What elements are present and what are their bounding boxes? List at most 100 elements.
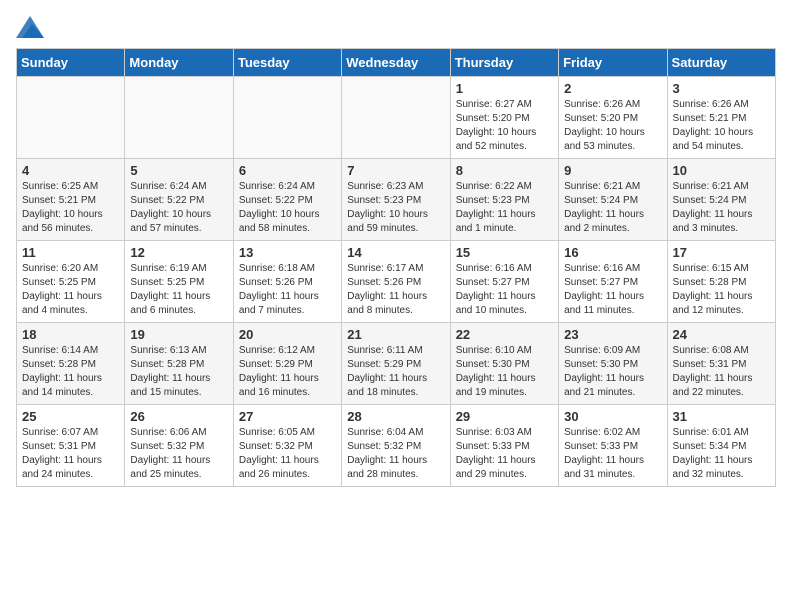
day-info: Sunrise: 6:12 AMSunset: 5:29 PMDaylight:… bbox=[239, 345, 319, 398]
day-info: Sunrise: 6:01 AMSunset: 5:34 PMDaylight:… bbox=[673, 427, 753, 480]
day-number: 1 bbox=[456, 81, 553, 96]
day-info: Sunrise: 6:02 AMSunset: 5:33 PMDaylight:… bbox=[564, 427, 644, 480]
day-info: Sunrise: 6:27 AMSunset: 5:20 PMDaylight:… bbox=[456, 99, 537, 152]
calendar-week-2: 4 Sunrise: 6:25 AMSunset: 5:21 PMDaylight… bbox=[17, 159, 776, 241]
calendar-day-cell: 27 Sunrise: 6:05 AMSunset: 5:32 PMDayligh… bbox=[233, 405, 341, 487]
day-number: 29 bbox=[456, 409, 553, 424]
day-number: 25 bbox=[22, 409, 119, 424]
calendar-day-cell: 9 Sunrise: 6:21 AMSunset: 5:24 PMDaylight… bbox=[559, 159, 667, 241]
day-number: 26 bbox=[130, 409, 227, 424]
calendar-day-cell bbox=[342, 77, 450, 159]
day-info: Sunrise: 6:16 AMSunset: 5:27 PMDaylight:… bbox=[564, 263, 644, 316]
calendar-header-row: SundayMondayTuesdayWednesdayThursdayFrid… bbox=[17, 49, 776, 77]
logo-icon bbox=[16, 16, 44, 38]
calendar-day-cell: 15 Sunrise: 6:16 AMSunset: 5:27 PMDayligh… bbox=[450, 241, 558, 323]
calendar-day-cell: 4 Sunrise: 6:25 AMSunset: 5:21 PMDaylight… bbox=[17, 159, 125, 241]
calendar-day-cell: 12 Sunrise: 6:19 AMSunset: 5:25 PMDayligh… bbox=[125, 241, 233, 323]
calendar-day-cell: 5 Sunrise: 6:24 AMSunset: 5:22 PMDaylight… bbox=[125, 159, 233, 241]
day-number: 7 bbox=[347, 163, 444, 178]
day-info: Sunrise: 6:24 AMSunset: 5:22 PMDaylight:… bbox=[239, 181, 320, 234]
day-number: 6 bbox=[239, 163, 336, 178]
day-number: 11 bbox=[22, 245, 119, 260]
calendar-day-cell: 24Sunrise: 6:08 AMSunset: 5:31 PMDayligh… bbox=[667, 323, 775, 405]
day-number: 27 bbox=[239, 409, 336, 424]
day-info: Sunrise: 6:10 AMSunset: 5:30 PMDaylight:… bbox=[456, 345, 536, 398]
day-info: Sunrise: 6:26 AMSunset: 5:20 PMDaylight:… bbox=[564, 99, 645, 152]
logo bbox=[16, 16, 48, 38]
day-info: Sunrise: 6:17 AMSunset: 5:26 PMDaylight:… bbox=[347, 263, 427, 316]
day-number: 9 bbox=[564, 163, 661, 178]
calendar-day-cell: 21 Sunrise: 6:11 AMSunset: 5:29 PMDayligh… bbox=[342, 323, 450, 405]
day-info: Sunrise: 6:16 AMSunset: 5:27 PMDaylight:… bbox=[456, 263, 536, 316]
day-number: 15 bbox=[456, 245, 553, 260]
day-info: Sunrise: 6:25 AMSunset: 5:21 PMDaylight:… bbox=[22, 181, 103, 234]
calendar-day-cell: 2Sunrise: 6:26 AMSunset: 5:20 PMDaylight… bbox=[559, 77, 667, 159]
calendar-day-cell: 22 Sunrise: 6:10 AMSunset: 5:30 PMDayligh… bbox=[450, 323, 558, 405]
calendar-week-1: 1 Sunrise: 6:27 AMSunset: 5:20 PMDaylight… bbox=[17, 77, 776, 159]
day-number: 3 bbox=[673, 81, 770, 96]
day-info: Sunrise: 6:18 AMSunset: 5:26 PMDaylight:… bbox=[239, 263, 319, 316]
day-number: 16 bbox=[564, 245, 661, 260]
day-number: 4 bbox=[22, 163, 119, 178]
calendar-day-cell: 3 Sunrise: 6:26 AMSunset: 5:21 PMDaylight… bbox=[667, 77, 775, 159]
calendar-day-cell: 19 Sunrise: 6:13 AMSunset: 5:28 PMDayligh… bbox=[125, 323, 233, 405]
day-number: 8 bbox=[456, 163, 553, 178]
day-number: 18 bbox=[22, 327, 119, 342]
calendar-day-cell: 8 Sunrise: 6:22 AMSunset: 5:23 PMDaylight… bbox=[450, 159, 558, 241]
calendar-day-cell: 29 Sunrise: 6:03 AMSunset: 5:33 PMDayligh… bbox=[450, 405, 558, 487]
calendar-day-cell: 14 Sunrise: 6:17 AMSunset: 5:26 PMDayligh… bbox=[342, 241, 450, 323]
day-info: Sunrise: 6:15 AMSunset: 5:28 PMDaylight:… bbox=[673, 263, 753, 316]
day-number: 28 bbox=[347, 409, 444, 424]
weekday-header-wednesday: Wednesday bbox=[342, 49, 450, 77]
day-info: Sunrise: 6:21 AMSunset: 5:24 PMDaylight:… bbox=[673, 181, 753, 234]
calendar-day-cell: 10Sunrise: 6:21 AMSunset: 5:24 PMDayligh… bbox=[667, 159, 775, 241]
calendar-day-cell bbox=[233, 77, 341, 159]
day-info: Sunrise: 6:20 AMSunset: 5:25 PMDaylight:… bbox=[22, 263, 102, 316]
calendar-day-cell: 23 Sunrise: 6:09 AMSunset: 5:30 PMDayligh… bbox=[559, 323, 667, 405]
calendar-day-cell: 18 Sunrise: 6:14 AMSunset: 5:28 PMDayligh… bbox=[17, 323, 125, 405]
day-info: Sunrise: 6:06 AMSunset: 5:32 PMDaylight:… bbox=[130, 427, 210, 480]
day-number: 19 bbox=[130, 327, 227, 342]
day-info: Sunrise: 6:21 AMSunset: 5:24 PMDaylight:… bbox=[564, 181, 644, 234]
calendar-week-3: 11 Sunrise: 6:20 AMSunset: 5:25 PMDayligh… bbox=[17, 241, 776, 323]
day-number: 14 bbox=[347, 245, 444, 260]
day-number: 13 bbox=[239, 245, 336, 260]
day-number: 24 bbox=[673, 327, 770, 342]
day-number: 22 bbox=[456, 327, 553, 342]
day-number: 20 bbox=[239, 327, 336, 342]
day-info: Sunrise: 6:22 AMSunset: 5:23 PMDaylight:… bbox=[456, 181, 536, 234]
day-number: 21 bbox=[347, 327, 444, 342]
day-info: Sunrise: 6:09 AMSunset: 5:30 PMDaylight:… bbox=[564, 345, 644, 398]
calendar-day-cell: 30Sunrise: 6:02 AMSunset: 5:33 PMDayligh… bbox=[559, 405, 667, 487]
weekday-header-saturday: Saturday bbox=[667, 49, 775, 77]
day-info: Sunrise: 6:03 AMSunset: 5:33 PMDaylight:… bbox=[456, 427, 536, 480]
header bbox=[16, 16, 776, 38]
calendar-day-cell: 17Sunrise: 6:15 AMSunset: 5:28 PMDayligh… bbox=[667, 241, 775, 323]
calendar-day-cell: 6 Sunrise: 6:24 AMSunset: 5:22 PMDaylight… bbox=[233, 159, 341, 241]
day-number: 12 bbox=[130, 245, 227, 260]
day-info: Sunrise: 6:07 AMSunset: 5:31 PMDaylight:… bbox=[22, 427, 102, 480]
day-info: Sunrise: 6:23 AMSunset: 5:23 PMDaylight:… bbox=[347, 181, 428, 234]
day-info: Sunrise: 6:14 AMSunset: 5:28 PMDaylight:… bbox=[22, 345, 102, 398]
calendar-day-cell: 11 Sunrise: 6:20 AMSunset: 5:25 PMDayligh… bbox=[17, 241, 125, 323]
day-info: Sunrise: 6:19 AMSunset: 5:25 PMDaylight:… bbox=[130, 263, 210, 316]
calendar-day-cell: 26 Sunrise: 6:06 AMSunset: 5:32 PMDayligh… bbox=[125, 405, 233, 487]
day-info: Sunrise: 6:05 AMSunset: 5:32 PMDaylight:… bbox=[239, 427, 319, 480]
calendar-day-cell bbox=[125, 77, 233, 159]
day-info: Sunrise: 6:26 AMSunset: 5:21 PMDaylight:… bbox=[673, 99, 754, 152]
day-number: 23 bbox=[564, 327, 661, 342]
day-info: Sunrise: 6:11 AMSunset: 5:29 PMDaylight:… bbox=[347, 345, 427, 398]
weekday-header-friday: Friday bbox=[559, 49, 667, 77]
calendar-day-cell: 1 Sunrise: 6:27 AMSunset: 5:20 PMDaylight… bbox=[450, 77, 558, 159]
day-number: 5 bbox=[130, 163, 227, 178]
calendar-week-4: 18 Sunrise: 6:14 AMSunset: 5:28 PMDayligh… bbox=[17, 323, 776, 405]
day-info: Sunrise: 6:24 AMSunset: 5:22 PMDaylight:… bbox=[130, 181, 211, 234]
calendar-day-cell: 20 Sunrise: 6:12 AMSunset: 5:29 PMDayligh… bbox=[233, 323, 341, 405]
day-info: Sunrise: 6:04 AMSunset: 5:32 PMDaylight:… bbox=[347, 427, 427, 480]
weekday-header-thursday: Thursday bbox=[450, 49, 558, 77]
day-info: Sunrise: 6:13 AMSunset: 5:28 PMDaylight:… bbox=[130, 345, 210, 398]
weekday-header-tuesday: Tuesday bbox=[233, 49, 341, 77]
calendar-day-cell: 31Sunrise: 6:01 AMSunset: 5:34 PMDayligh… bbox=[667, 405, 775, 487]
calendar: SundayMondayTuesdayWednesdayThursdayFrid… bbox=[16, 48, 776, 487]
weekday-header-monday: Monday bbox=[125, 49, 233, 77]
